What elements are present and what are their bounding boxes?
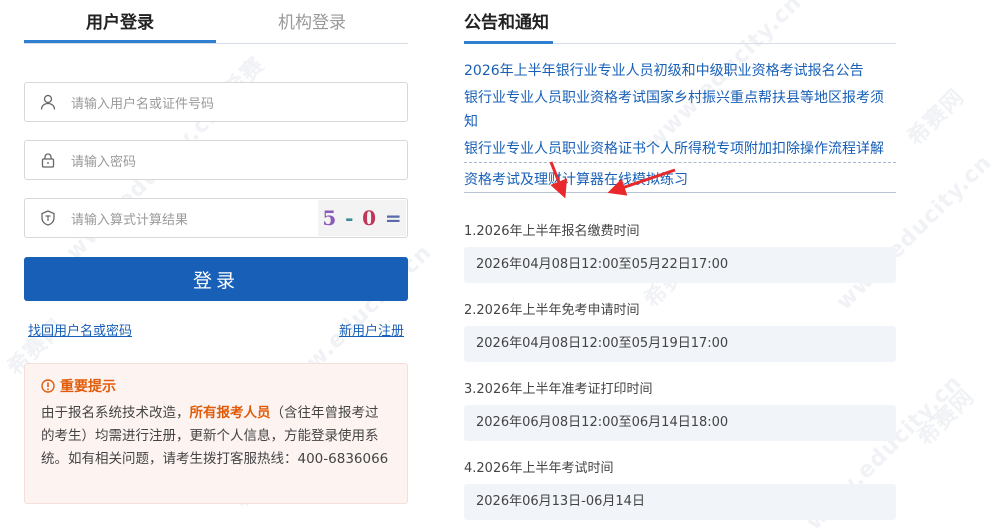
captcha-char: - [345, 206, 354, 230]
notice-text-before: 由于报名系统技术改造， [41, 405, 190, 421]
notice-text: 由于报名系统技术改造，所有报考人员（含往年曾报考过的考生）均需进行注册，更新个人… [41, 402, 391, 471]
schedule-value: 2026年06月08日12:00至06月14日18:00 [464, 405, 896, 441]
schedule-value: 2026年04月08日12:00至05月22日17:00 [464, 247, 896, 283]
user-icon [25, 94, 71, 110]
announcements-header: 公告和通知 [464, 0, 896, 44]
forgot-account-link[interactable]: 找回用户名或密码 [28, 320, 132, 339]
notice-title: 重要提示 [41, 376, 391, 396]
tab-org-login[interactable]: 机构登录 [216, 0, 408, 43]
schedule-value: 2026年04月08日12:00至05月19日17:00 [464, 326, 896, 362]
schedule-value: 2026年06月13日-06月14日 [464, 484, 896, 520]
schedule-label: 3.2026年上半年准考证打印时间 [464, 382, 653, 397]
captcha-char: 5 [322, 206, 337, 230]
username-input[interactable]: 请输入用户名或证件号码 [24, 82, 408, 122]
schedule-item: 1.2026年上半年报名缴费时间 2026年04月08日12:00至05月22日… [464, 222, 896, 283]
tab-user-login[interactable]: 用户登录 [24, 0, 216, 43]
register-link[interactable]: 新用户注册 [339, 320, 404, 339]
notice-title-text: 重要提示 [60, 379, 116, 395]
captcha-char: 0 [362, 206, 377, 230]
announcement-link[interactable]: 银行业专业人员职业资格考试国家乡村振兴重点帮扶县等地区报考须知 [464, 86, 896, 134]
announcement-link[interactable]: 资格考试及理财计算器在线模拟练习 [464, 168, 896, 193]
announcement-link[interactable]: 2026年上半年银行业专业人员初级和中级职业资格考试报名公告 [464, 59, 896, 83]
captcha-image[interactable]: 5 - 0 = [318, 200, 406, 236]
login-tabs: 用户登录 机构登录 [24, 0, 408, 44]
announcement-link[interactable]: 银行业专业人员职业资格证书个人所得税专项附加扣除操作流程详解 [464, 137, 896, 163]
watermark-brand-text: 希赛网 [903, 84, 970, 152]
schedule-item: 4.2026年上半年考试时间 2026年06月13日-06月14日 [464, 459, 896, 520]
schedule-item: 2.2026年上半年免考申请时间 2026年04月08日12:00至05月19日… [464, 301, 896, 362]
schedule-label: 2.2026年上半年免考申请时间 [464, 303, 640, 318]
lock-icon [25, 152, 71, 168]
announcement-list: 2026年上半年银行业专业人员初级和中级职业资格考试报名公告 银行业专业人员职业… [464, 59, 896, 193]
watermark-site-text: www.educity.cn [61, 99, 228, 266]
schedule-label: 4.2026年上半年考试时间 [464, 461, 614, 476]
schedule-label: 1.2026年上半年报名缴费时间 [464, 224, 640, 239]
announcements-title: 公告和通知 [464, 0, 553, 44]
shield-icon [25, 210, 71, 226]
announcements-panel: 公告和通知 2026年上半年银行业专业人员初级和中级职业资格考试报名公告 银行业… [464, 0, 896, 520]
watermark-brand-text: 希赛网 [913, 384, 980, 452]
login-panel: 用户登录 机构登录 请输入用户名或证件号码 请输入密码 请输入算式计算结果 5 … [24, 0, 408, 504]
captcha-input[interactable]: 请输入算式计算结果 5 - 0 = [24, 198, 408, 238]
captcha-placeholder: 请输入算式计算结果 [71, 212, 189, 228]
important-notice: 重要提示 由于报名系统技术改造，所有报考人员（含往年曾报考过的考生）均需进行注册… [24, 363, 408, 504]
username-placeholder: 请输入用户名或证件号码 [71, 96, 215, 112]
notice-highlight: 所有报考人员 [189, 405, 271, 421]
schedule-item: 3.2026年上半年准考证打印时间 2026年06月08日12:00至06月14… [464, 380, 896, 441]
login-button[interactable]: 登录 [24, 257, 408, 301]
password-placeholder: 请输入密码 [71, 154, 137, 170]
captcha-char: = [384, 206, 402, 230]
password-input[interactable]: 请输入密码 [24, 140, 408, 180]
alert-icon [41, 379, 55, 393]
